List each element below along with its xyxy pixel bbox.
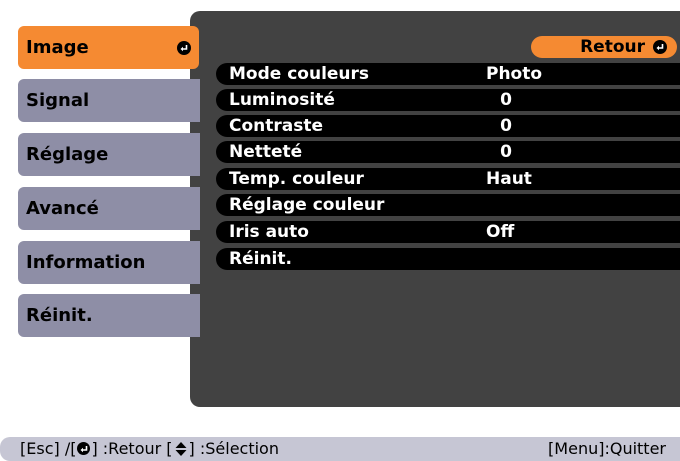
enter-icon	[177, 40, 191, 55]
setting-row-temp-couleur[interactable]: Temp. couleur Haut	[216, 168, 680, 190]
setting-value: 0	[500, 142, 512, 162]
tab-signal-label: Signal	[26, 90, 90, 111]
help-bar: [Esc] /[ ] :Retour [ ] :Sélection [Menu]…	[0, 437, 680, 461]
enter-icon	[653, 40, 667, 54]
tab-information-label: Information	[26, 252, 146, 273]
setting-value: Off	[486, 222, 515, 242]
setting-value: 0	[500, 116, 512, 136]
setting-label: Iris auto	[229, 222, 309, 242]
help-esc-text: [Esc] /[	[20, 439, 77, 458]
setting-value: Haut	[486, 169, 532, 189]
setting-label: Contraste	[229, 116, 324, 136]
setting-label: Réglage couleur	[229, 195, 385, 215]
setting-label: Luminosité	[229, 90, 335, 110]
tab-image-label: Image	[26, 37, 89, 58]
setting-row-nettete[interactable]: Netteté 0	[216, 141, 680, 163]
setting-value: Photo	[486, 64, 543, 84]
tab-information[interactable]: Information	[18, 241, 200, 284]
help-bar-hints: [Esc] /[ ] :Retour [ ] :Sélection	[20, 439, 279, 458]
help-selection-text: ] :Sélection	[188, 439, 279, 458]
setting-row-iris-auto[interactable]: Iris auto Off	[216, 221, 680, 243]
setting-value: 0	[500, 90, 512, 110]
back-button-label: Retour	[580, 37, 645, 57]
tab-image[interactable]: Image	[18, 26, 199, 69]
help-retour-text: ] :Retour [	[91, 439, 173, 458]
tab-avance[interactable]: Avancé	[18, 187, 200, 230]
setting-row-luminosite[interactable]: Luminosité 0	[216, 89, 680, 111]
setting-row-reglage-couleur[interactable]: Réglage couleur	[216, 194, 680, 216]
setting-label: Mode couleurs	[229, 64, 370, 84]
enter-icon	[77, 442, 91, 455]
setting-label: Temp. couleur	[229, 169, 364, 189]
tab-reinit-label: Réinit.	[26, 305, 93, 326]
setting-label: Netteté	[229, 142, 303, 162]
up-down-arrow-icon	[175, 441, 187, 456]
help-quit-text: [Menu]:Quitter	[548, 439, 666, 458]
tab-reglage-label: Réglage	[26, 144, 109, 165]
tab-avance-label: Avancé	[26, 198, 99, 219]
tab-signal[interactable]: Signal	[18, 79, 200, 122]
setting-row-contraste[interactable]: Contraste 0	[216, 115, 680, 137]
setting-row-reinit[interactable]: Réinit.	[216, 248, 680, 270]
setting-row-mode-couleurs[interactable]: Mode couleurs Photo	[216, 63, 680, 85]
tab-reinit[interactable]: Réinit.	[18, 294, 200, 337]
back-button[interactable]: Retour	[531, 36, 677, 58]
tab-reglage[interactable]: Réglage	[18, 133, 200, 176]
setting-label: Réinit.	[229, 249, 292, 269]
